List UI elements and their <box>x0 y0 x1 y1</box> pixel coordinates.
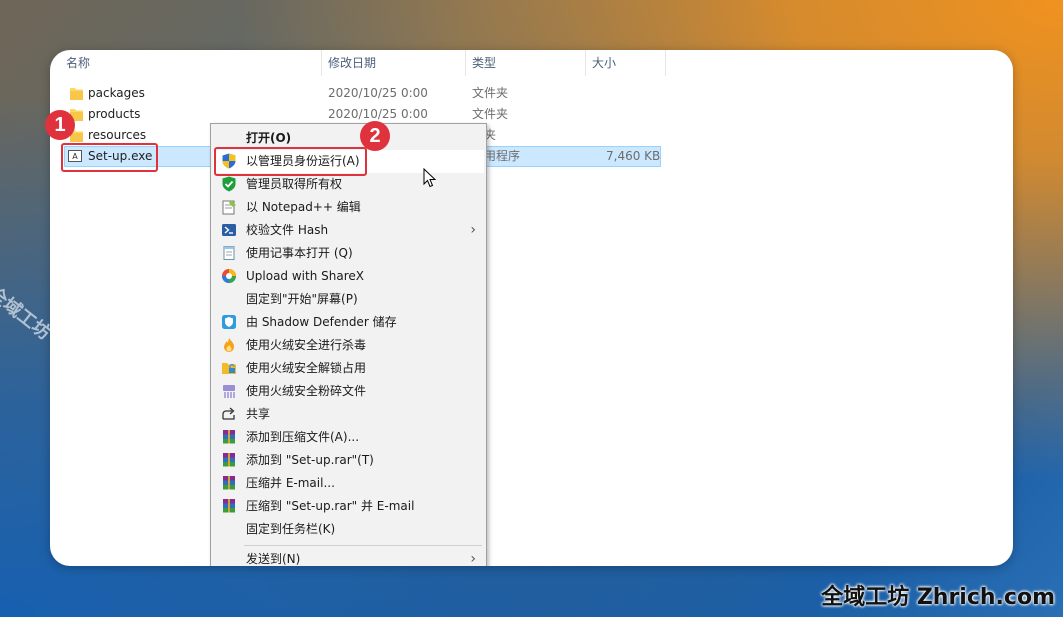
share-icon <box>222 407 235 420</box>
column-divider[interactable] <box>665 50 666 76</box>
column-header-modified[interactable]: 修改日期 <box>322 50 465 76</box>
menu-item-label: 压缩到 "Set-up.rar" 并 E-mail <box>246 499 415 513</box>
menu-item-label: 校验文件 Hash <box>246 223 329 237</box>
winrar-icon <box>223 430 235 444</box>
menu-item-verify-hash[interactable]: 校验文件 Hash › <box>213 219 484 242</box>
menu-item-label: 以 Notepad++ 编辑 <box>246 200 361 214</box>
submenu-arrow-icon: › <box>470 551 476 566</box>
menu-item-label: 固定到"开始"屏幕(P) <box>246 292 358 306</box>
menu-item-shadow-defender[interactable]: 由 Shadow Defender 储存 <box>213 311 484 334</box>
menu-item-pin-to-start[interactable]: 固定到"开始"屏幕(P) <box>213 288 484 311</box>
winrar-icon <box>223 453 235 467</box>
menu-item-huorong-antivirus[interactable]: 使用火绒安全进行杀毒 <box>213 334 484 357</box>
winrar-icon <box>223 476 235 490</box>
menu-separator <box>244 545 482 546</box>
file-type: 用程序 <box>484 149 521 163</box>
powershell-icon <box>222 224 236 236</box>
context-menu: 打开(O) 以管理员身份运行(A) 管理员取得所有权 以 Notepad++ 编… <box>210 123 487 566</box>
menu-item-compress-and-email[interactable]: 压缩并 E-mail... <box>213 472 484 495</box>
file-row-resources[interactable]: resources 件夹 <box>50 125 1013 146</box>
winrar-icon <box>223 499 235 513</box>
mouse-pointer-icon <box>423 168 437 188</box>
menu-item-label: Upload with ShareX <box>246 269 364 283</box>
menu-item-label: 固定到任务栏(K) <box>246 522 336 536</box>
menu-item-compress-to-setup-rar-email[interactable]: 压缩到 "Set-up.rar" 并 E-mail <box>213 495 484 518</box>
menu-item-share[interactable]: 共享 <box>213 403 484 426</box>
menu-item-add-to-setup-rar[interactable]: 添加到 "Set-up.rar"(T) <box>213 449 484 472</box>
sharex-icon <box>222 269 236 283</box>
file-name: packages <box>88 86 145 100</box>
huorong-shred-icon <box>223 385 235 398</box>
callout-box-setup-exe <box>61 143 158 172</box>
menu-item-label: 共享 <box>246 407 271 421</box>
submenu-arrow-icon: › <box>470 222 476 238</box>
file-row-packages[interactable]: packages 2020/10/25 0:00 文件夹 <box>50 83 1013 104</box>
menu-item-label: 添加到 "Set-up.rar"(T) <box>246 453 374 467</box>
menu-item-label: 由 Shadow Defender 储存 <box>246 315 397 329</box>
step-badge-1: 1 <box>45 110 75 140</box>
folder-icon <box>70 88 83 100</box>
menu-item-label: 使用火绒安全解锁占用 <box>246 361 367 375</box>
menu-item-label: 发送到(N) <box>246 552 301 566</box>
menu-item-upload-sharex[interactable]: Upload with ShareX <box>213 265 484 288</box>
huorong-antivirus-icon <box>224 338 234 352</box>
menu-item-label: 使用记事本打开 (Q) <box>246 246 353 260</box>
menu-item-huorong-unlock[interactable]: 使用火绒安全解锁占用 <box>213 357 484 380</box>
file-name: products <box>88 107 141 121</box>
file-row-setup-exe[interactable]: A Set-up.exe 用程序 7,460 KB <box>50 146 1013 167</box>
file-size: 7,460 KB <box>606 149 661 163</box>
column-header-bar: ^ 名称 修改日期 类型 大小 <box>50 50 1013 76</box>
menu-item-label: 压缩并 E-mail... <box>246 476 335 490</box>
file-type: 文件夹 <box>472 86 509 100</box>
menu-item-label: 管理员取得所有权 <box>246 177 343 191</box>
menu-item-open-with-notepad[interactable]: 使用记事本打开 (Q) <box>213 242 484 265</box>
menu-item-take-ownership[interactable]: 管理员取得所有权 <box>213 173 484 196</box>
menu-item-label: 使用火绒安全进行杀毒 <box>246 338 367 352</box>
notepad-icon <box>223 246 235 260</box>
column-header-name[interactable]: 名称 <box>60 50 320 76</box>
menu-item-add-to-archive[interactable]: 添加到压缩文件(A)... <box>213 426 484 449</box>
watermark-corner: 全域工坊 Zhrich.com <box>821 585 1055 610</box>
menu-item-notepad-plus-plus[interactable]: 以 Notepad++ 编辑 <box>213 196 484 219</box>
green-shield-icon <box>222 176 236 192</box>
shadow-defender-icon <box>222 315 236 329</box>
file-modified: 2020/10/25 0:00 <box>328 86 428 100</box>
notepad-plus-plus-icon <box>222 200 236 215</box>
menu-item-huorong-shred[interactable]: 使用火绒安全粉碎文件 <box>213 380 484 403</box>
file-type: 文件夹 <box>472 107 509 121</box>
column-header-type[interactable]: 类型 <box>466 50 585 76</box>
file-row-products[interactable]: products 2020/10/25 0:00 文件夹 <box>50 104 1013 125</box>
menu-item-label: 使用火绒安全粉碎文件 <box>246 384 367 398</box>
menu-item-send-to[interactable]: 发送到(N) › <box>213 548 484 566</box>
file-explorer-window: ^ 名称 修改日期 类型 大小 packages 2020/10/25 0:00… <box>50 50 1013 566</box>
callout-box-run-as-admin <box>214 147 367 176</box>
huorong-unlock-icon <box>222 363 236 374</box>
menu-item-pin-to-taskbar[interactable]: 固定到任务栏(K) <box>213 518 484 541</box>
column-header-size[interactable]: 大小 <box>586 50 665 76</box>
menu-item-label: 添加到压缩文件(A)... <box>246 430 360 444</box>
step-badge-2: 2 <box>360 121 390 151</box>
